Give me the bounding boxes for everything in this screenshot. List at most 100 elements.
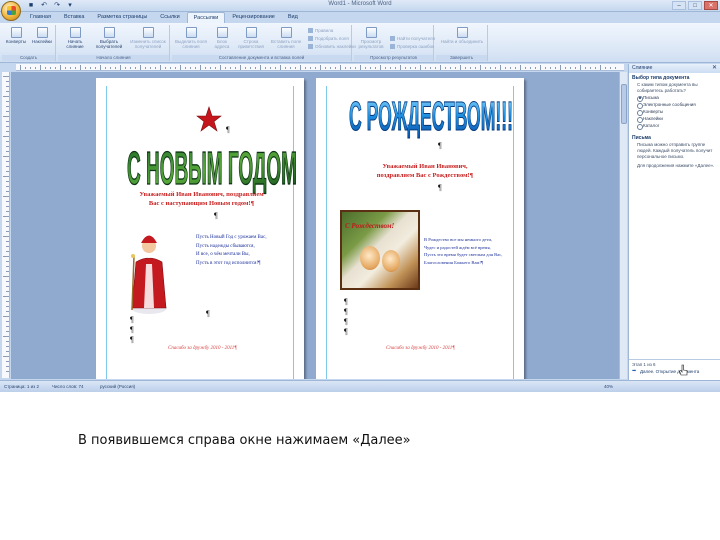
scrollbar-thumb[interactable] — [621, 84, 627, 124]
ruler-tick — [100, 65, 101, 70]
ruler-tick — [6, 251, 9, 252]
horizontal-ruler[interactable] — [16, 64, 624, 71]
greeting-line: Вас с наступающим Новым годом!¶ — [148, 200, 255, 207]
customize-qat-icon[interactable]: ▾ — [65, 1, 75, 10]
ruler-tick — [530, 67, 531, 69]
wordart-christmas[interactable]: С РОЖДЕСТВОМ!!! — [346, 92, 516, 142]
match-fields-button[interactable]: Подобрать поля — [308, 36, 349, 42]
finish-merge-button[interactable]: Найти и объединить — [440, 27, 484, 44]
ruler-tick — [45, 67, 46, 69]
ruler-tick — [340, 65, 341, 70]
check-errors-button[interactable]: Проверка ошибок — [390, 44, 435, 50]
insert-merge-field-button[interactable]: Вставить поле слияния — [268, 27, 304, 49]
tab-view[interactable]: Вид — [282, 12, 304, 23]
rules-label: Правила — [315, 28, 334, 33]
ruler-tick — [350, 67, 351, 69]
ruler-tick — [235, 67, 236, 69]
window-title: Word1 - Microsoft Word — [328, 1, 392, 7]
preview-results-button[interactable]: Просмотр результатов — [356, 27, 386, 49]
labels-icon — [36, 27, 48, 38]
close-button[interactable]: ✕ — [704, 1, 718, 10]
find-recipient-button[interactable]: Найти получателя — [390, 36, 435, 42]
preview-icon — [365, 27, 377, 38]
tab-home[interactable]: Главная — [24, 12, 57, 23]
ruler-tick — [3, 176, 9, 177]
title-bar: Word1 - Microsoft Word ■ ↶ ↷ ▾ – □ ✕ — [0, 0, 720, 12]
ruler-tick — [3, 156, 9, 157]
verse-line: Чудес и радостей ждём всё время, — [424, 244, 491, 250]
redo-icon[interactable]: ↷ — [52, 1, 62, 10]
radio-directory[interactable]: Каталог — [629, 122, 720, 130]
office-button[interactable] — [1, 1, 21, 21]
update-labels-button[interactable]: Обновить наклейки — [308, 44, 356, 50]
ruler-tick — [265, 67, 266, 69]
ruler-tick — [150, 67, 151, 69]
radio-letters[interactable]: Письма — [629, 94, 720, 102]
zoom-level[interactable]: 40% — [604, 384, 613, 389]
highlight-fields-label: Выделить поля слияния — [175, 39, 207, 49]
ruler-tick — [225, 67, 226, 69]
ruler-tick — [6, 351, 9, 352]
ruler-tick — [190, 67, 191, 69]
tab-page-layout[interactable]: Разметка страницы — [91, 12, 153, 23]
envelopes-button[interactable]: Конверты — [4, 27, 28, 44]
status-page[interactable]: Страница: 1 из 2 — [4, 384, 39, 389]
ruler-tick — [6, 81, 9, 82]
match-fields-icon — [308, 36, 313, 42]
check-errors-label: Проверка ошибок — [397, 44, 435, 49]
minimize-button[interactable]: – — [672, 1, 686, 10]
vertical-scrollbar[interactable] — [619, 72, 627, 379]
address-block-button[interactable]: Блок адреса — [210, 27, 234, 49]
tab-insert[interactable]: Вставка — [58, 12, 90, 23]
ruler-tick — [610, 67, 611, 69]
page-2[interactable]: С РОЖДЕСТВОМ!!! ¶ Уважаемый Иван Иванови… — [316, 78, 524, 379]
ruler-tick — [6, 266, 9, 267]
ruler-tick — [135, 67, 136, 69]
radio-email[interactable]: Электронные сообщения — [629, 101, 720, 109]
ruler-tick — [420, 65, 421, 70]
page-1[interactable]: ¶ С НОВЫМ ГОДОМ Уважаемый Иван Иванович,… — [96, 78, 304, 379]
ruler-tick — [490, 67, 491, 69]
ribbon: Конверты Наклейки Создать Начать слияние… — [0, 23, 720, 63]
start-merge-button[interactable]: Начать слияние — [60, 27, 90, 49]
status-words[interactable]: Число слов: 74 — [52, 384, 84, 389]
greeting-line-button[interactable]: Строка приветствия — [236, 27, 266, 49]
group-write-insert: Выделить поля слияния Блок адреса Строка… — [172, 25, 356, 61]
tab-references[interactable]: Ссылки — [154, 12, 185, 23]
select-recipients-button[interactable]: Выбрать получателей — [92, 27, 126, 49]
section-text-letters: Письма можно отправить группе людей. Каж… — [637, 142, 713, 159]
finish-merge-label: Найти и объединить — [440, 39, 484, 44]
edit-recipients-button[interactable]: Изменить список получателей — [128, 27, 168, 49]
next-step-link[interactable]: Далее. Открытие документа — [632, 368, 718, 375]
labels-button[interactable]: Наклейки — [30, 27, 54, 44]
highlight-fields-button[interactable]: Выделить поля слияния — [174, 27, 208, 49]
undo-icon[interactable]: ↶ — [39, 1, 49, 10]
rules-button[interactable]: Правила — [308, 28, 334, 34]
maximize-button[interactable]: □ — [688, 1, 702, 10]
tab-mailings[interactable]: Рассылки — [186, 12, 226, 23]
ruler-tick — [425, 67, 426, 69]
ruler-tick — [6, 161, 9, 162]
vertical-ruler[interactable] — [2, 72, 10, 378]
address-block-label: Блок адреса — [214, 39, 230, 49]
ruler-tick — [6, 201, 9, 202]
save-icon[interactable]: ■ — [26, 1, 36, 10]
ruler-tick — [6, 101, 9, 102]
close-icon[interactable]: ✕ — [712, 64, 717, 73]
ruler-tick — [525, 67, 526, 69]
ruler-tick — [370, 67, 371, 69]
ruler-tick — [25, 67, 26, 69]
radio-envelopes[interactable]: Конверты — [629, 108, 720, 116]
footer-page-2: Спасибо за дружбу 2010 - 2011¶ — [386, 346, 455, 351]
status-language[interactable]: русский (Россия) — [100, 384, 135, 389]
ruler-tick — [500, 65, 501, 70]
tab-review[interactable]: Рецензирование — [226, 12, 280, 23]
ruler-tick — [355, 67, 356, 69]
ruler-tick — [50, 67, 51, 69]
ruler-tick — [6, 341, 9, 342]
greeting-line-label: Строка приветствия — [238, 39, 264, 49]
group-label-start-merge: Начало слияния — [58, 55, 169, 61]
ruler-tick — [6, 331, 9, 332]
radio-labels[interactable]: Наклейки — [629, 115, 720, 123]
ruler-tick — [320, 65, 321, 70]
